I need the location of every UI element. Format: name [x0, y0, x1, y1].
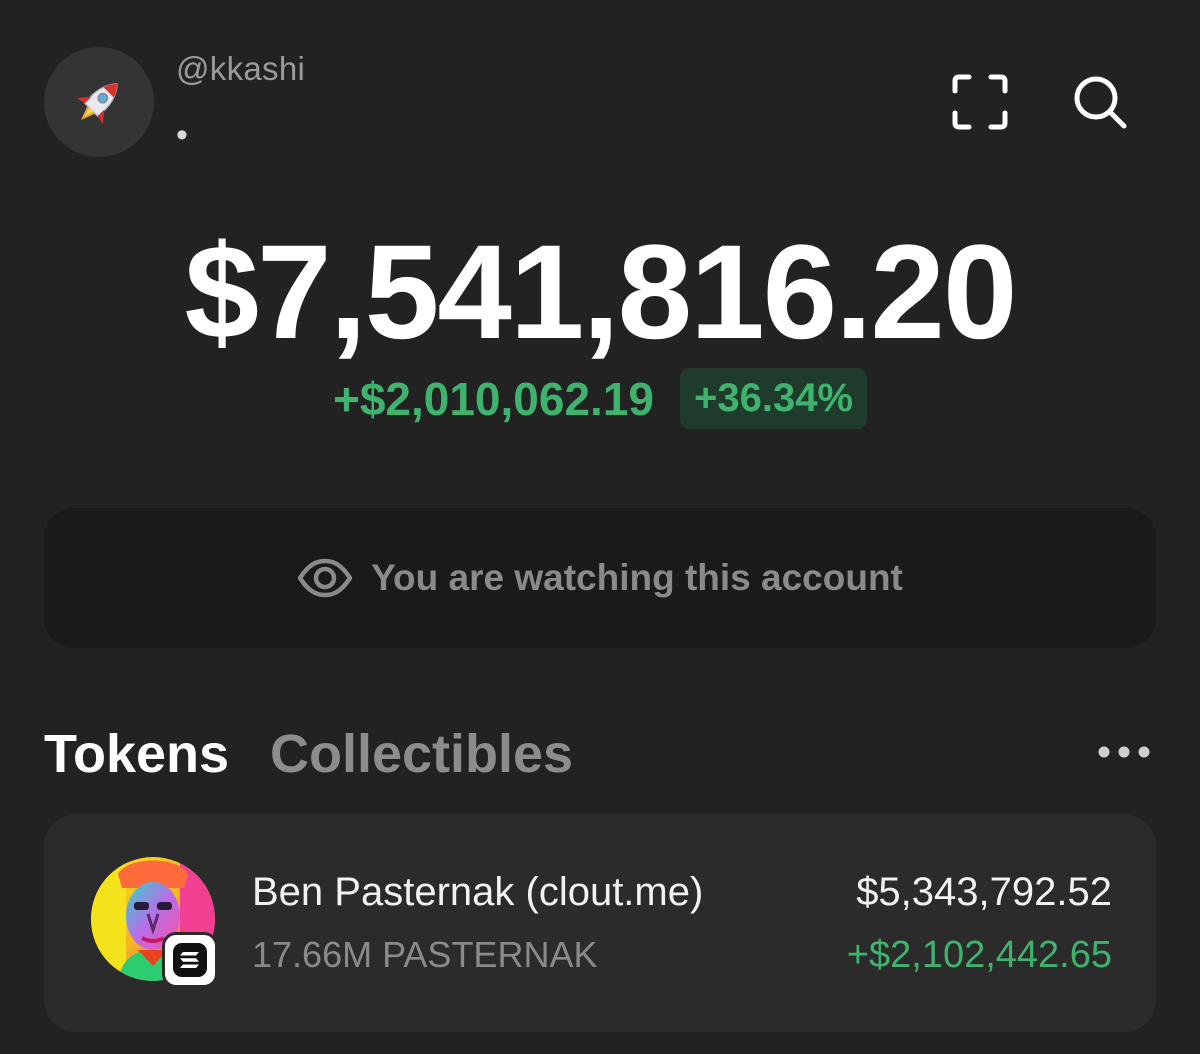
token-row[interactable]: Ben Pasternak (clout.me) 17.66M PASTERNA… [44, 814, 1156, 1032]
token-value: $5,343,792.52 [856, 870, 1112, 914]
account-username[interactable]: @kkashi [176, 50, 305, 88]
tab-tokens[interactable]: Tokens [44, 722, 229, 786]
scan-frame-icon [952, 74, 1008, 130]
more-horizontal-icon [1098, 746, 1150, 758]
watch-only-banner: You are watching this account [44, 508, 1156, 648]
token-avatar [88, 854, 218, 988]
token-change: +$2,102,442.65 [846, 934, 1112, 976]
more-options-button[interactable] [1094, 732, 1154, 772]
token-name: Ben Pasternak (clout.me) [252, 870, 704, 914]
balance-change-percent-badge: +36.34% [680, 368, 868, 429]
wallet-screen: @kkashi • $7,541,816.20 +$2,010,062.19 +… [0, 0, 1200, 1054]
account-avatar[interactable] [44, 47, 154, 157]
tab-collectibles[interactable]: Collectibles [270, 722, 573, 786]
search-icon [1074, 76, 1127, 129]
watch-only-text: You are watching this account [371, 557, 903, 598]
scan-button[interactable] [948, 70, 1012, 134]
solana-badge-icon [162, 932, 218, 988]
token-quantity: 17.66M PASTERNAK [252, 934, 598, 975]
search-button[interactable] [1068, 70, 1132, 134]
balance-change-row: +$2,010,062.19 +36.34% [0, 368, 1200, 429]
eye-icon [297, 558, 353, 598]
rocket-icon [77, 83, 118, 124]
total-balance: $7,541,816.20 [184, 218, 1018, 367]
account-name: • [176, 116, 188, 154]
balance-change-amount: +$2,010,062.19 [332, 372, 654, 425]
